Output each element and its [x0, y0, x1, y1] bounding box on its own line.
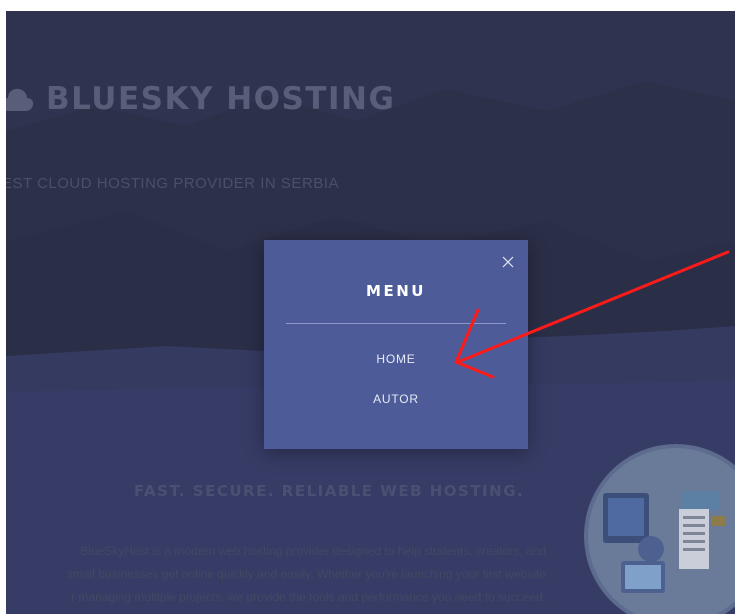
- browser-viewport: BLUESKY HOSTING EST CLOUD HOSTING PROVID…: [6, 11, 735, 614]
- modal-divider: [286, 323, 506, 324]
- description-line: small businesses get online quickly and …: [67, 567, 546, 581]
- cloud-server-illustration: [584, 444, 735, 614]
- menu-item-home[interactable]: HOME: [264, 352, 528, 366]
- brand[interactable]: BLUESKY HOSTING: [6, 81, 395, 117]
- hero-tagline: EST CLOUD HOSTING PROVIDER IN SERBIA: [6, 175, 339, 192]
- section-description: BlueSkyHost is a modern web hosting prov…: [6, 540, 546, 609]
- modal-title: MENU: [366, 282, 426, 300]
- section-title: FAST. SECURE. RELIABLE WEB HOSTING.: [134, 482, 525, 500]
- brand-title: BLUESKY HOSTING: [46, 81, 396, 117]
- close-icon[interactable]: [501, 255, 515, 269]
- description-line: r managing multiple projects, we provide…: [71, 590, 546, 604]
- description-line: BlueSkyHost is a modern web hosting prov…: [80, 544, 546, 558]
- menu-modal: MENU HOME AUTOR: [264, 240, 528, 449]
- menu-item-autor[interactable]: AUTOR: [264, 392, 528, 406]
- cloud-icon: [6, 88, 34, 111]
